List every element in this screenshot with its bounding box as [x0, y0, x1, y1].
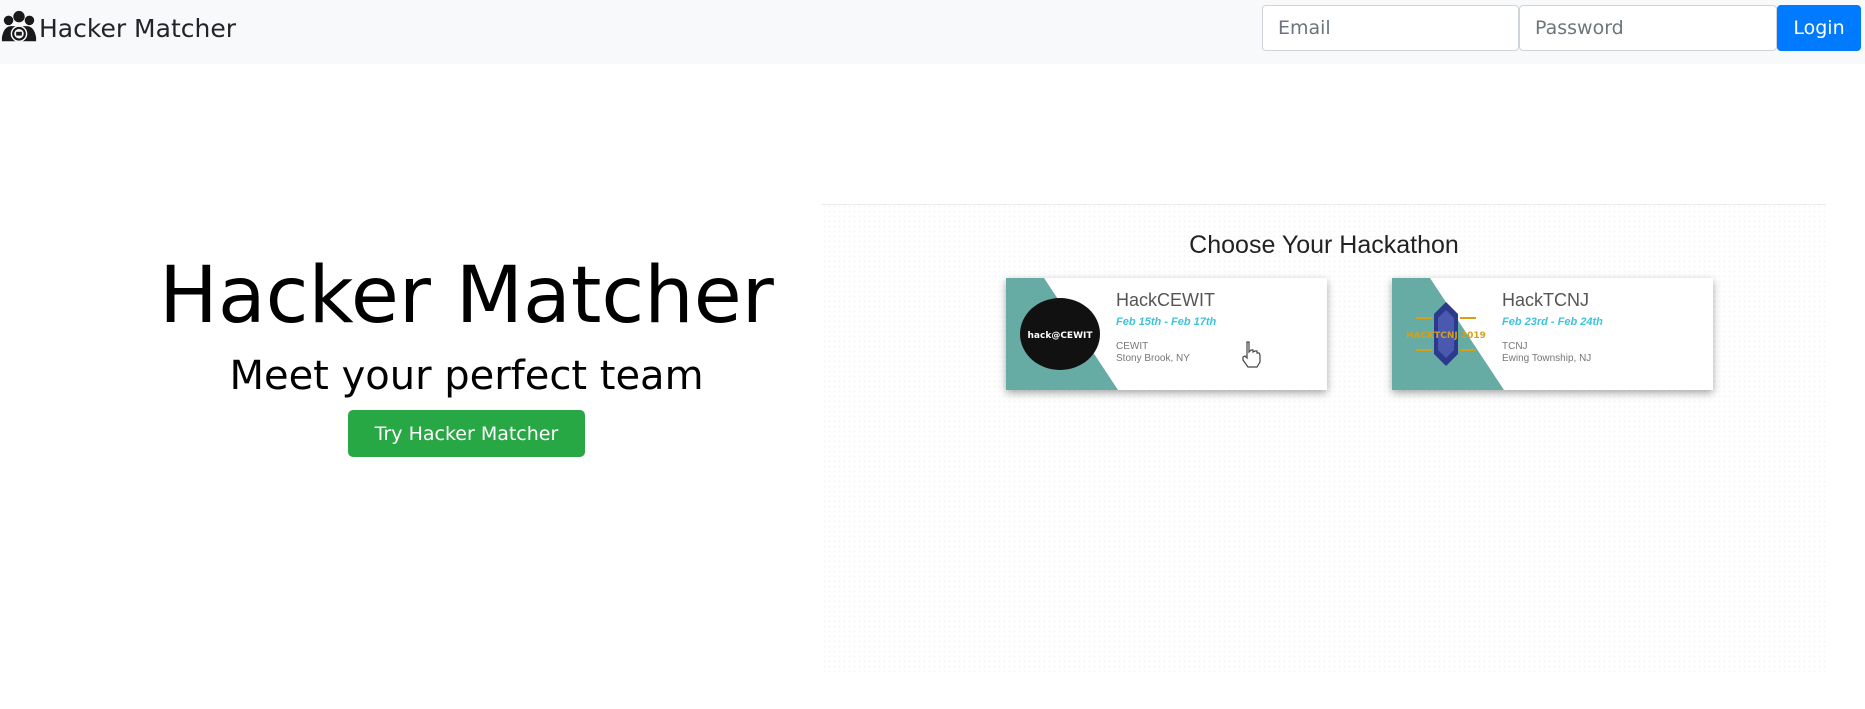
card-location: Stony Brook, NY: [1116, 353, 1190, 364]
hero-title: Hacker Matcher: [159, 251, 774, 341]
password-input[interactable]: [1519, 5, 1777, 51]
hacktcnj-logo-text: HACKTCNJ 2019: [1406, 331, 1486, 341]
hackcewit-logo: hack@CEWIT: [1020, 298, 1100, 370]
hackathon-card: hack@CEWIT HackCEWIT Feb 15th - Feb 17th…: [1006, 278, 1327, 390]
card-name: HackTCNJ: [1502, 290, 1590, 310]
divider: [822, 204, 1826, 205]
card-host: CEWIT: [1116, 341, 1149, 352]
card-dates: Feb 15th - Feb 17th: [1116, 316, 1217, 328]
brand-name: Hacker Matcher: [39, 13, 236, 43]
card-host: TCNJ: [1502, 341, 1528, 352]
hackcewit-logo-text: hack@CEWIT: [1028, 331, 1094, 341]
login-button[interactable]: Login: [1777, 5, 1861, 51]
email-input[interactable]: [1262, 5, 1519, 51]
card-location: Ewing Township, NJ: [1502, 353, 1592, 364]
hackathon-card: HACKTCNJ 2019 HackTCNJ Feb 23rd - Feb 24…: [1392, 278, 1713, 390]
hacker-group-icon: [1, 10, 37, 43]
hero-subtitle: Meet your perfect team: [229, 353, 704, 399]
hand-pointer-icon: [1242, 341, 1261, 368]
navbar: Hacker Matcher Login: [0, 0, 1865, 64]
card-dates: Feb 23rd - Feb 24th: [1502, 316, 1603, 328]
try-hacker-matcher-button[interactable]: Try Hacker Matcher: [348, 410, 585, 457]
hacktcnj-logo: HACKTCNJ 2019: [1406, 302, 1486, 366]
demo-screenshot: Choose Your Hackathon hack@CEWIT HackCEW…: [822, 204, 1826, 674]
card-name: HackCEWIT: [1116, 290, 1215, 310]
brand-link[interactable]: Hacker Matcher: [0, 6, 236, 50]
demo-heading: Choose Your Hackathon: [1189, 231, 1459, 259]
